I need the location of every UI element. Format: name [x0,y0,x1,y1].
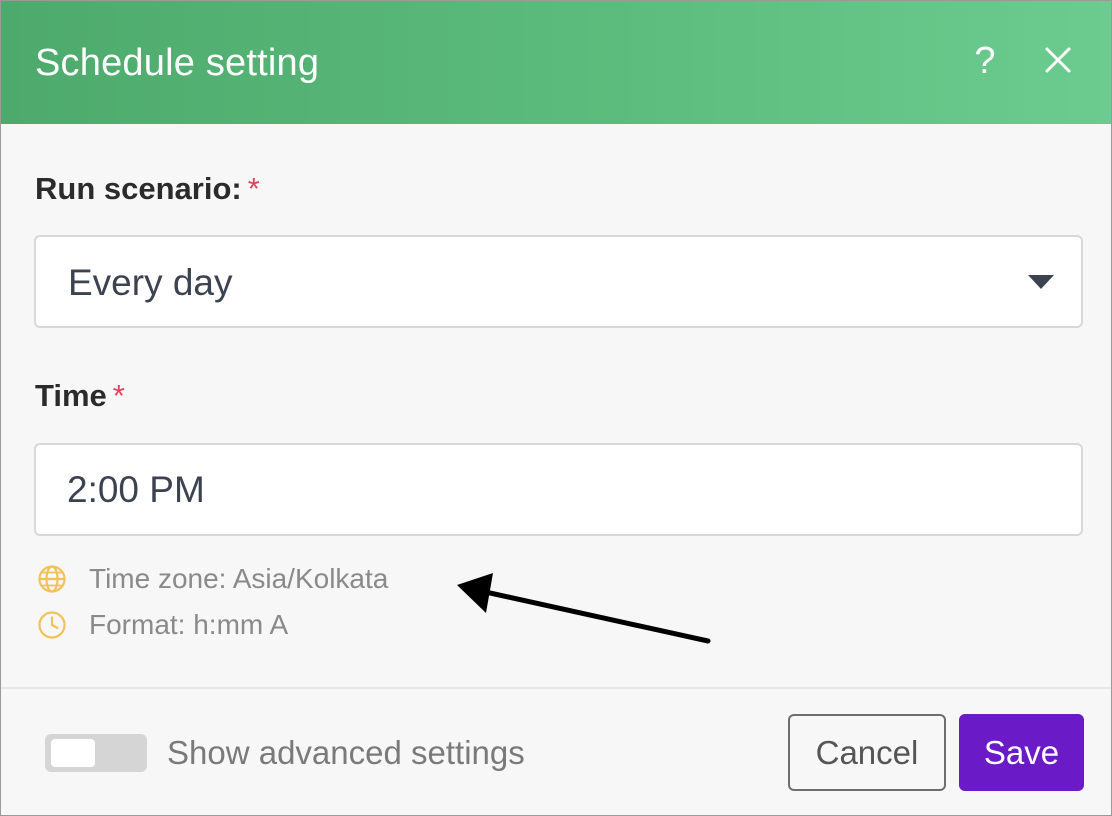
run-scenario-select[interactable]: Every day [34,235,1083,328]
close-icon [1045,47,1071,73]
caret-down-icon [1028,275,1054,289]
run-scenario-label: Run scenario: * [35,171,260,207]
advanced-settings-toggle[interactable] [45,734,147,772]
timezone-hint-text: Time zone: Asia/Kolkata [89,563,389,594]
toggle-knob [51,739,95,767]
close-button[interactable] [1041,43,1075,77]
dialog-title: Schedule setting [35,42,320,84]
time-label-text: Time [35,378,107,413]
cancel-button[interactable]: Cancel [788,714,946,791]
footer-divider [1,687,1111,689]
run-scenario-selected-value: Every day [68,262,233,303]
time-input[interactable] [34,443,1083,536]
schedule-setting-dialog: Schedule setting ? Run scenario: * Every … [0,0,1112,816]
clock-icon [38,611,66,639]
run-scenario-label-text: Run scenario: [35,171,242,206]
dialog-header: Schedule setting ? [1,1,1111,124]
globe-icon [38,565,66,593]
advanced-settings-label: Show advanced settings [167,734,525,771]
time-label: Time * [35,378,125,414]
help-button[interactable]: ? [967,39,1003,83]
required-mark: * [112,378,125,413]
arrow-icon [457,573,711,644]
save-button[interactable]: Save [959,714,1084,791]
required-mark: * [247,171,260,206]
format-hint-text: Format: h:mm A [89,609,289,640]
